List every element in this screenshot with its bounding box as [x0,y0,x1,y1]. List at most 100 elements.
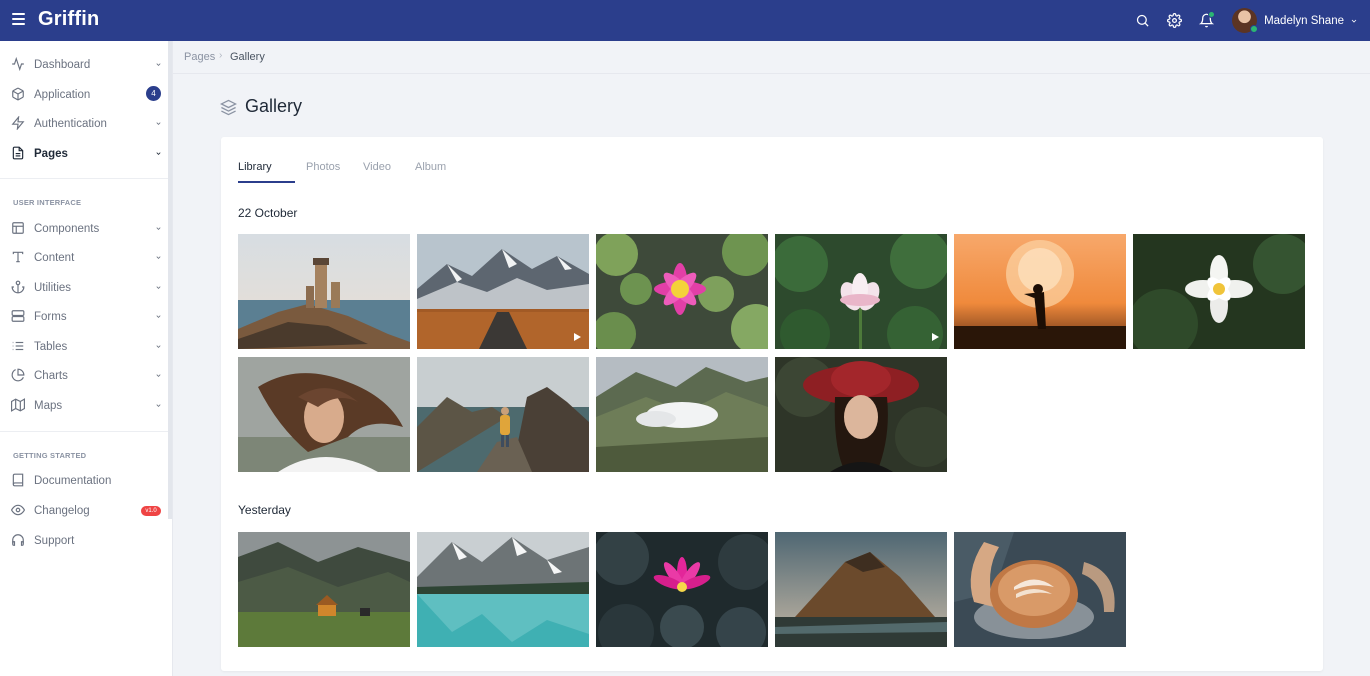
type-icon [12,251,24,263]
chevron-down-icon [156,256,161,259]
gallery-card: Library Photos Video Album 22 October Ye… [221,137,1323,671]
chevron-down-icon [156,374,161,377]
top-actions: Madelyn Shane [1132,0,1370,41]
section-title: GETTING STARTED [13,451,87,460]
chevron-down-icon [156,152,161,155]
gallery-photo-woman-red-hat[interactable] [775,357,947,472]
box-icon [12,87,24,101]
gallery-photo-lighthouse[interactable] [238,234,410,349]
gallery-photo-windblown-hair-portrait[interactable] [238,357,410,472]
gallery-photo-turquoise-lake[interactable] [417,532,589,647]
tab-album[interactable]: Album [415,161,446,183]
sidebar-item-label: Changelog [34,505,90,517]
gallery-video-mountain-road[interactable] [417,234,589,349]
chevron-down-icon [156,63,161,66]
sidebar-item-label: Components [34,223,100,235]
brand-logo[interactable]: Griffin [38,8,99,31]
notification-dot [1208,10,1216,18]
gallery-photo-magenta-water-lily[interactable] [596,532,768,647]
tab-photos[interactable]: Photos [306,161,340,183]
headphones-icon [12,534,24,546]
sidebar-item-forms[interactable]: Forms [0,303,168,331]
sidebar-divider [0,178,168,179]
sidebar-item-maps[interactable]: Maps [0,392,168,420]
sidebar-item-label: Utilities [34,282,72,294]
chevron-down-icon [156,345,161,348]
zap-icon [11,116,25,130]
gallery-photo-sunset-silhouette[interactable] [954,234,1126,349]
breadcrumb-current: Gallery [230,51,265,63]
sidebar-item-application[interactable]: Application 4 [0,81,168,109]
chevron-down-icon [156,286,161,289]
book-icon [12,473,24,487]
sidebar-item-label: Pages [34,148,68,160]
sidebar-divider [0,431,168,432]
count-badge: 4 [146,86,161,101]
chevron-down-icon [156,404,161,407]
sidebar-item-utilities[interactable]: Utilities [0,274,168,302]
gallery-photo-latte-art-cup[interactable] [954,532,1126,647]
avatar [1232,8,1259,33]
breadcrumb-separator: › [219,50,223,61]
list-icon [12,341,24,351]
sidebar-item-tables[interactable]: Tables [0,333,168,361]
server-icon [11,310,25,322]
chevron-down-icon [156,315,161,318]
section-title: USER INTERFACE [13,198,82,207]
sidebar-item-label: Dashboard [34,59,91,71]
gallery-photo-hiker-on-cliff[interactable] [417,357,589,472]
sidebar-item-label: Tables [34,341,68,353]
notification-bell-icon[interactable] [1196,10,1216,31]
sidebar-item-components[interactable]: Components [0,215,168,243]
sidebar-item-label: Forms [34,311,67,323]
top-bar: Griffin Madelyn Shane [0,0,1370,41]
group-title-22-october: 22 October [238,206,298,220]
sidebar-item-changelog[interactable]: Changelog v1.0 [0,497,168,525]
menu-toggle-icon[interactable] [12,13,25,27]
anchor-icon [11,280,25,294]
sidebar-item-pages[interactable]: Pages [0,140,168,168]
settings-gear-icon[interactable] [1164,11,1184,31]
chevron-down-icon [156,227,161,230]
map-icon [11,398,25,412]
play-icon [932,333,939,341]
user-name: Madelyn Shane [1264,14,1344,27]
sidebar-scrollbar[interactable] [168,41,172,519]
search-icon[interactable] [1132,11,1152,31]
sidebar-item-label: Application [34,89,91,101]
user-menu[interactable]: Madelyn Shane [1232,8,1358,33]
layout-icon [12,222,24,234]
sidebar-item-support[interactable]: Support [0,527,168,555]
gallery-photo-white-water-lily[interactable] [1133,234,1305,349]
chevron-down-icon [1351,19,1357,23]
breadcrumb-pages-link[interactable]: Pages [184,51,215,63]
page-title: Gallery [245,96,303,116]
sidebar-item-authentication[interactable]: Authentication [0,110,168,138]
group-title-yesterday: Yesterday [238,503,291,517]
sidebar-item-label: Authentication [34,118,107,130]
gallery-photo-mountain-clouds[interactable] [596,357,768,472]
sidebar: Dashboard Application 4 Authentication P… [0,41,173,676]
sidebar-item-dashboard[interactable]: Dashboard [0,51,168,79]
pie-chart-icon [11,368,25,382]
gallery-photo-lone-mountain[interactable] [775,532,947,647]
activity-icon [12,57,24,71]
gallery-photo-pink-lotus-lilypads[interactable] [596,234,768,349]
sidebar-item-label: Content [34,252,75,264]
eye-icon [11,504,25,516]
play-icon [574,333,581,341]
sidebar-item-label: Support [34,535,75,547]
sidebar-item-label: Charts [34,370,68,382]
sidebar-item-content[interactable]: Content [0,244,168,272]
sidebar-item-label: Maps [34,400,63,412]
active-tab-indicator [238,181,295,183]
breadcrumb: Pages › Gallery [173,41,1370,74]
tab-library[interactable]: Library [238,161,272,183]
version-badge: v1.0 [141,506,161,516]
gallery-photo-cabin-in-valley[interactable] [238,532,410,647]
sidebar-item-documentation[interactable]: Documentation [0,467,168,495]
gallery-video-white-pink-lotus[interactable] [775,234,947,349]
sidebar-item-charts[interactable]: Charts [0,362,168,390]
tab-video[interactable]: Video [363,161,391,183]
chevron-down-icon [156,122,161,125]
